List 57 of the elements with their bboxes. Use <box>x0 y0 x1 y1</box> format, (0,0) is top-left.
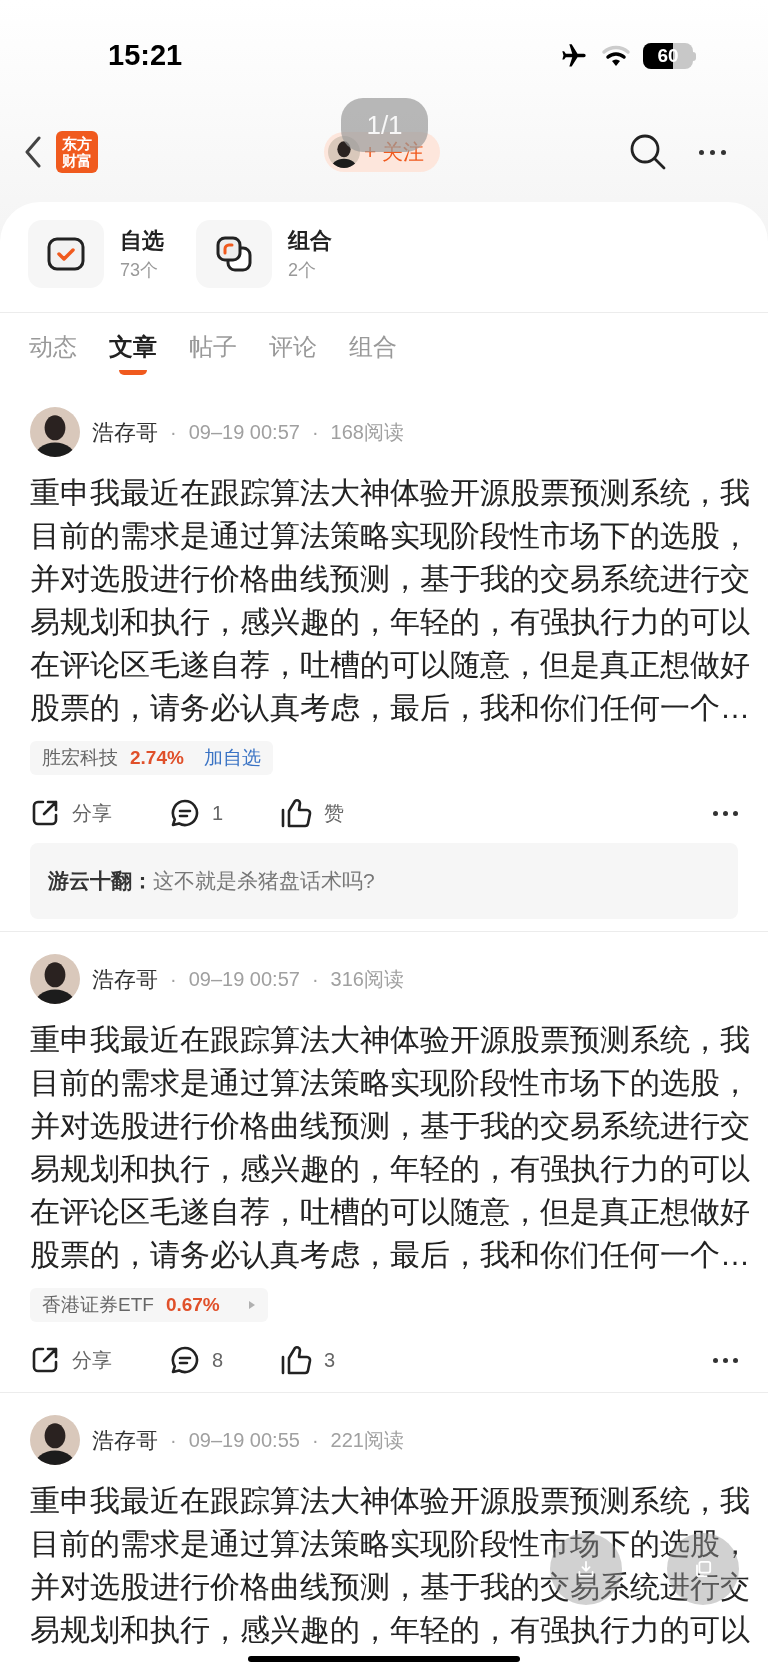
wifi-icon <box>601 44 631 68</box>
author-name[interactable]: 浩存哥 <box>92 415 158 449</box>
caret-icon <box>247 1300 256 1310</box>
shortcut-count: 2个 <box>288 259 317 282</box>
airplane-icon <box>559 42 589 70</box>
comment-icon <box>170 798 200 828</box>
overlapping-squares-icon <box>214 234 254 274</box>
separator-dot: · <box>170 967 177 992</box>
read-count: 316阅读 <box>330 967 404 992</box>
stock-change: 0.67% <box>165 1292 220 1317</box>
share-button[interactable]: 分享 <box>30 798 170 828</box>
add-watchlist-link[interactable]: 加自选 <box>203 743 261 773</box>
comment-button[interactable]: 8 <box>170 1345 280 1375</box>
tab[interactable]: 文章 <box>109 325 157 377</box>
back-icon[interactable] <box>24 136 42 168</box>
comment-button[interactable]: 1 <box>170 798 280 828</box>
author-name[interactable]: 浩存哥 <box>92 962 158 996</box>
separator-dot: · <box>170 1428 177 1453</box>
separator-dot: · <box>170 420 177 445</box>
stock-tag[interactable]: 香港证券ETF 0.67% <box>30 1288 268 1322</box>
checkbox-icon <box>46 236 86 272</box>
commenter-name: 游云十翻： <box>48 868 153 895</box>
stock-name: 香港证券ETF <box>42 1292 154 1317</box>
like-button[interactable]: 3 <box>280 1345 336 1375</box>
status-time: 15:21 <box>108 38 183 74</box>
read-count: 221阅读 <box>330 1428 404 1453</box>
stock-name: 胜宏科技 <box>42 745 118 770</box>
read-count: 168阅读 <box>330 420 404 445</box>
share-icon <box>30 798 60 828</box>
post-date: 09–19 00:57 <box>188 420 300 445</box>
post-text[interactable]: 重申我最近在跟踪算法大神体验开源股票预测系统，我目前的需求是通过算法策略实现阶段性市场下的选股，并对选股进行价格曲线预测，基于我的交易系统进行交易规划和执行，感兴趣的，年轻的，有强执行力的可以 <box>30 1479 756 1651</box>
share-button[interactable]: 分享 <box>30 1345 170 1375</box>
app-logo: 东方 财富 <box>56 131 98 173</box>
stock-change: 2.74% <box>130 745 184 770</box>
shortcut-count: 73个 <box>120 259 160 282</box>
post-text[interactable]: 重申我最近在跟踪算法大神体验开源股票预测系统，我目前的需求是通过算法策略实现阶段性市场下的选股，并对选股进行价格曲线预测，基于我的交易系统进行交易规划和执行，感兴趣的，年轻的，有强执行力的可以在评论区毛遂自荐，吐槽的可以随意，但是真正想做好股票的，请务必认真考虑，最后，我和你们任何一个… <box>30 471 756 729</box>
stock-tag[interactable]: 胜宏科技 2.74% 加自选 <box>30 741 273 775</box>
shortcut-label: 自选 <box>120 227 164 255</box>
avatar <box>30 954 80 1004</box>
separator-dot: · <box>311 420 319 445</box>
share-icon <box>30 1345 60 1375</box>
separator-dot: · <box>311 1428 319 1453</box>
like-button[interactable]: 赞 <box>280 798 344 828</box>
post-date: 09–19 00:55 <box>188 1428 300 1453</box>
comment-preview[interactable]: 游云十翻：这不就是杀猪盘话术吗? <box>30 843 738 919</box>
author-name[interactable]: 浩存哥 <box>92 1423 158 1457</box>
post-text[interactable]: 重申我最近在跟踪算法大神体验开源股票预测系统，我目前的需求是通过算法策略实现阶段性市场下的选股，并对选股进行价格曲线预测，基于我的交易系统进行交易规划和执行，感兴趣的，年轻的，有强执行力的可以在评论区毛遂自荐，吐槽的可以随意，但是真正想做好股票的，请务必认真考虑，最后，我和你们任何一个… <box>30 1018 756 1276</box>
comment-text: 这不就是杀猪盘话术吗? <box>153 868 375 895</box>
avatar <box>30 407 80 457</box>
thumbs-up-icon <box>280 1345 312 1375</box>
search-icon[interactable] <box>629 133 667 171</box>
avatar <box>30 1415 80 1465</box>
separator-dot: · <box>311 967 319 992</box>
post-date: 09–19 00:57 <box>188 967 300 992</box>
shortcut-label: 组合 <box>288 227 332 255</box>
comment-icon <box>170 1345 200 1375</box>
thumbs-up-icon <box>280 798 312 828</box>
